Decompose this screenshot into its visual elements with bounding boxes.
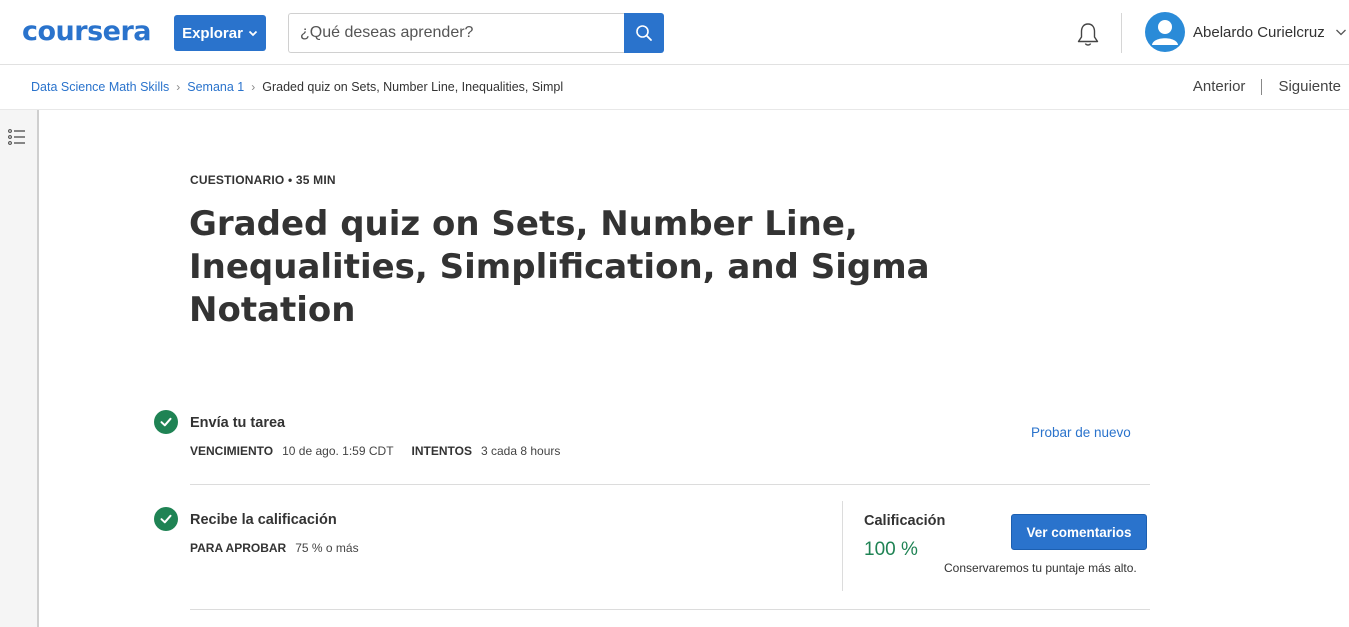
user-name: Abelardo Curielcruz — [1193, 23, 1325, 41]
breadcrumb-course[interactable]: Data Science Math Skills — [31, 80, 169, 94]
header-divider — [1121, 13, 1122, 53]
pass-value: 75 % o más — [295, 541, 359, 555]
chevron-right-icon: › — [176, 80, 181, 94]
highest-score-note: Conservaremos tu puntaje más alto. — [944, 561, 1137, 575]
quiz-meta: CUESTIONARIO • 35 MIN — [190, 173, 336, 187]
search-input[interactable] — [288, 13, 624, 53]
nav-divider — [1261, 78, 1263, 95]
grade-label: Calificación — [864, 513, 946, 529]
user-menu[interactable]: Abelardo Curielcruz — [1145, 12, 1347, 52]
previous-link[interactable]: Anterior — [1193, 78, 1246, 95]
view-feedback-button[interactable]: Ver comentarios — [1011, 514, 1147, 550]
top-header: coursera Explorar Abelardo Curielcruz — [0, 0, 1349, 65]
explore-button-label: Explorar — [182, 24, 243, 42]
breadcrumb-current: Graded quiz on Sets, Number Line, Inequa… — [262, 80, 564, 94]
search-button[interactable] — [624, 13, 664, 53]
submit-step-title: Envía tu tarea — [190, 415, 286, 431]
coursera-logo[interactable]: coursera — [22, 16, 152, 47]
submit-step-details: VENCIMIENTO 10 de ago. 1:59 CDT INTENTOS… — [190, 444, 578, 458]
grade-step-details: PARA APROBAR 75 % o más — [190, 541, 377, 555]
bell-icon[interactable] — [1075, 21, 1101, 49]
grade-value: 100 % — [864, 539, 918, 560]
try-again-link[interactable]: Probar de nuevo — [1031, 425, 1131, 440]
user-avatar-icon — [1145, 12, 1185, 52]
course-outline-rail — [0, 110, 39, 627]
check-circle-icon — [154, 410, 178, 434]
chevron-down-icon — [248, 30, 258, 37]
chevron-down-icon — [1335, 29, 1346, 36]
search-icon — [636, 25, 652, 41]
pass-label: PARA APROBAR — [190, 541, 287, 555]
section-divider — [190, 609, 1150, 610]
due-label: VENCIMIENTO — [190, 444, 274, 458]
outline-list-icon[interactable] — [8, 129, 26, 145]
due-value: 10 de ago. 1:59 CDT — [282, 444, 394, 458]
check-circle-icon — [154, 507, 178, 531]
breadcrumb-bar: Data Science Math Skills › Semana 1 › Gr… — [0, 65, 1349, 110]
next-link[interactable]: Siguiente — [1278, 78, 1341, 95]
page-title: Graded quiz on Sets, Number Line, Inequa… — [189, 204, 930, 330]
explore-button[interactable]: Explorar — [174, 15, 266, 51]
section-divider — [190, 484, 1150, 485]
item-navigation: Anterior Siguiente — [1193, 78, 1341, 95]
grade-divider — [842, 501, 843, 591]
attempts-value: 3 cada 8 hours — [480, 444, 561, 458]
attempts-label: INTENTOS — [411, 444, 472, 458]
chevron-right-icon: › — [251, 80, 256, 94]
breadcrumb: Data Science Math Skills › Semana 1 › Gr… — [31, 80, 563, 94]
grade-step-title: Recibe la calificación — [190, 512, 337, 528]
breadcrumb-week[interactable]: Semana 1 — [187, 80, 244, 94]
